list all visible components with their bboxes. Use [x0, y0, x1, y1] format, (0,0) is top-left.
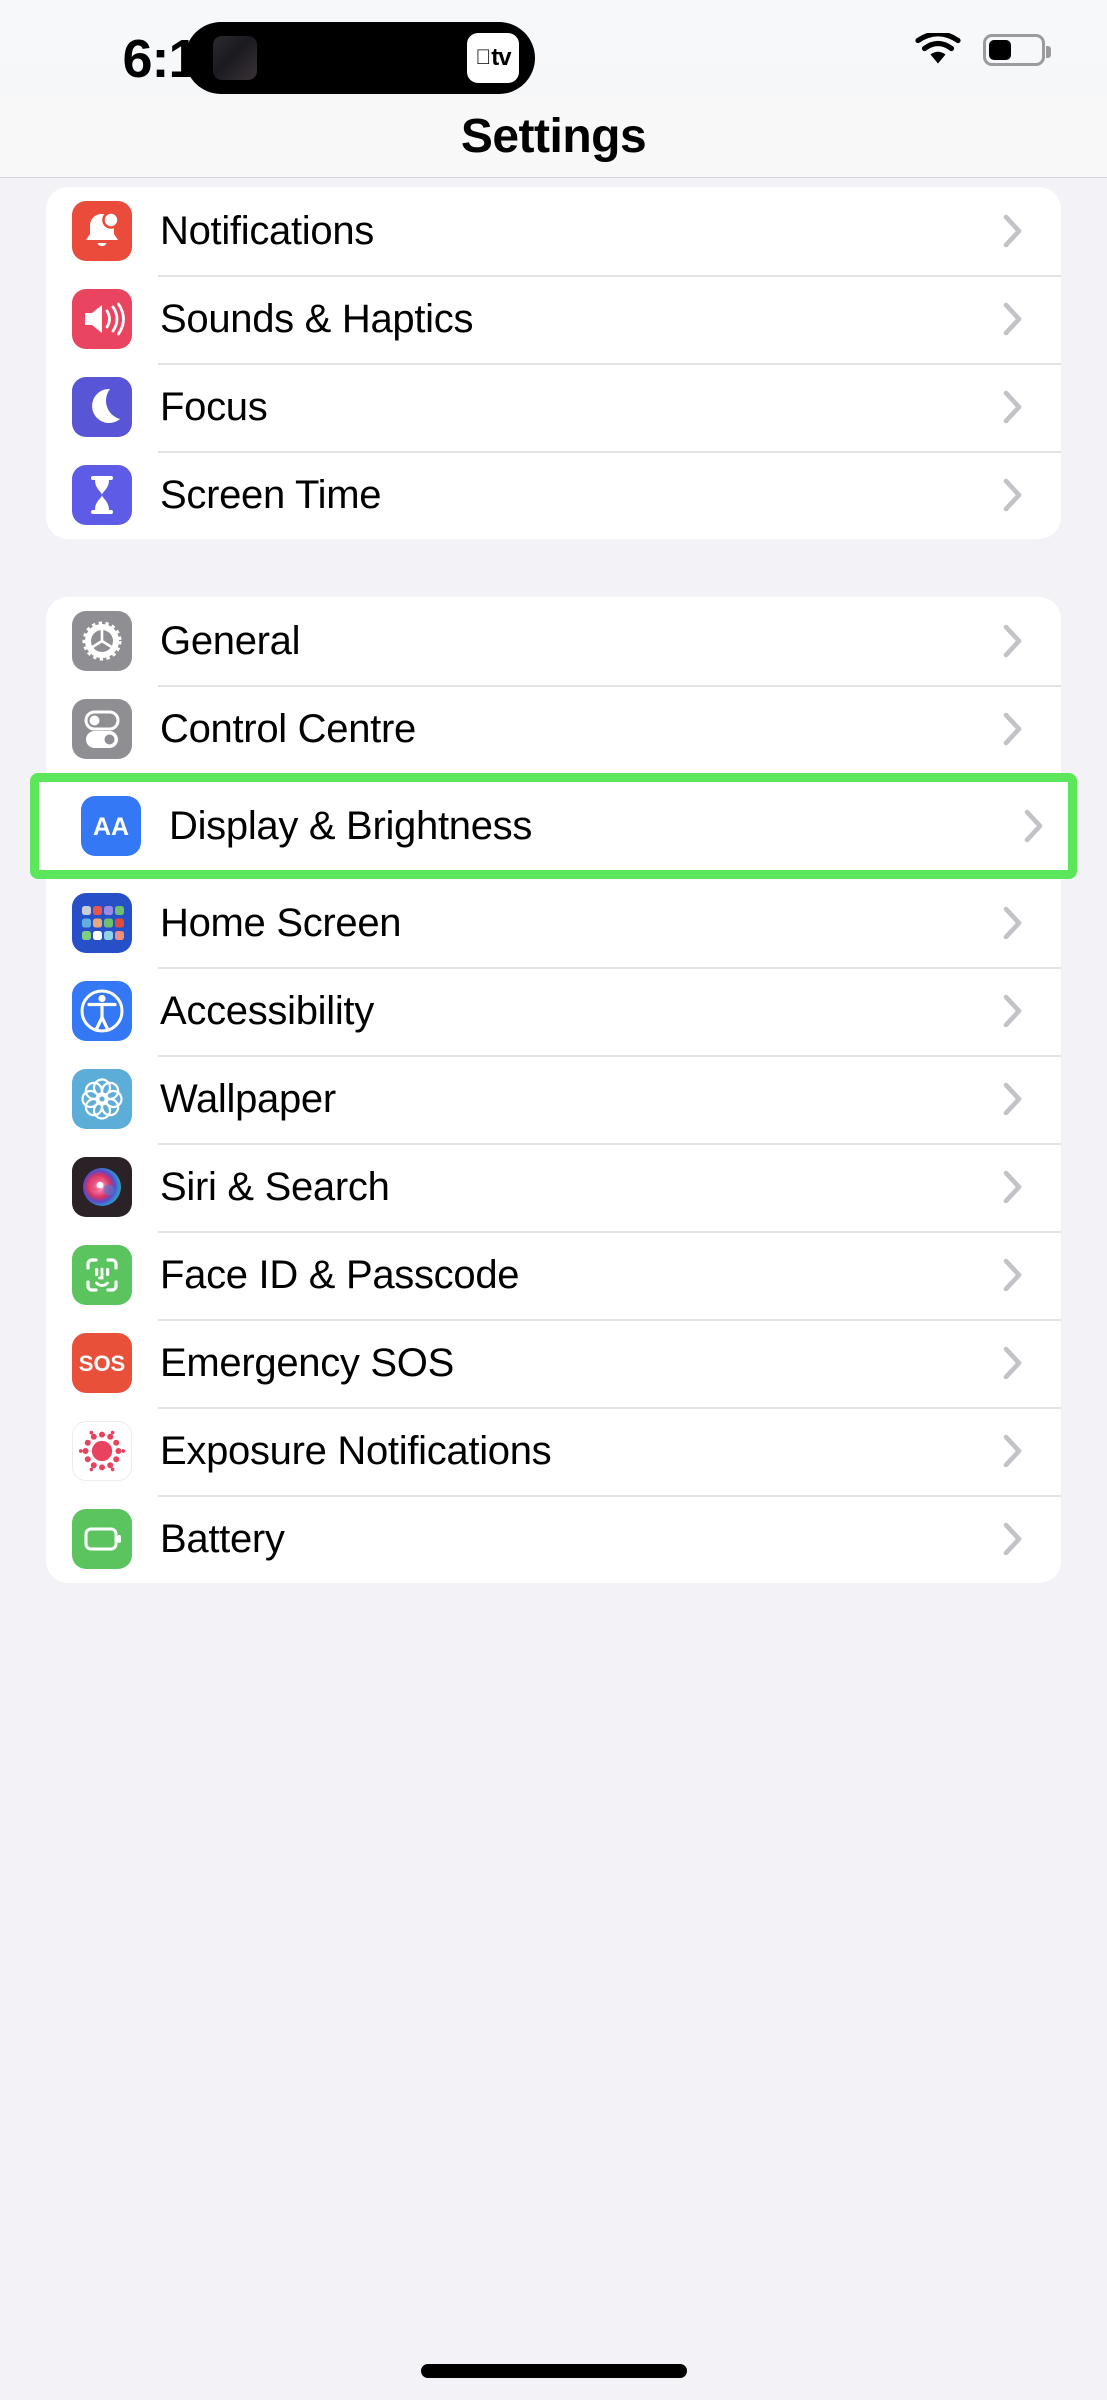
settings-row-accessibility[interactable]: Accessibility — [46, 967, 1061, 1055]
settings-row-display-brightness[interactable]: AA Display & Brightness — [39, 782, 1068, 870]
settings-group: Home Screen Accessibility Wallpaper Siri… — [46, 879, 1061, 1583]
flower-icon — [72, 1069, 132, 1129]
chevron-right-icon — [1003, 214, 1023, 248]
settings-row-label: Battery — [160, 1516, 285, 1561]
settings-row-label: Emergency SOS — [160, 1340, 454, 1385]
settings-row-label: Notifications — [160, 208, 374, 253]
row-separator — [158, 1495, 1061, 1497]
status-bar-indicators — [915, 31, 1051, 67]
siri-orb-icon — [72, 1157, 132, 1217]
chevron-right-icon — [1003, 1082, 1023, 1116]
row-separator — [158, 685, 1061, 687]
chevron-right-icon — [1003, 302, 1023, 336]
accessibility-person-icon — [72, 981, 132, 1041]
chevron-right-icon — [1003, 1434, 1023, 1468]
toggles-icon — [72, 699, 132, 759]
row-separator — [158, 1231, 1061, 1233]
home-indicator[interactable] — [420, 2364, 687, 2378]
settings-row-general[interactable]: General — [46, 597, 1061, 685]
settings-row-wallpaper[interactable]: Wallpaper — [46, 1055, 1061, 1143]
chevron-right-icon — [1003, 390, 1023, 424]
chevron-right-icon — [1003, 1258, 1023, 1292]
chevron-right-icon — [1003, 478, 1023, 512]
settings-row-home-screen[interactable]: Home Screen — [46, 879, 1061, 967]
settings-row-sounds-haptics[interactable]: Sounds & Haptics — [46, 275, 1061, 363]
settings-row-label: Control Centre — [160, 706, 416, 751]
app-grid-icon — [72, 893, 132, 953]
svg-text:SOS: SOS — [79, 1351, 125, 1376]
highlight-box: AA Display & Brightness — [30, 773, 1077, 879]
hourglass-icon — [72, 465, 132, 525]
settings-row-label: Wallpaper — [160, 1076, 336, 1121]
chevron-right-icon — [1003, 712, 1023, 746]
settings-row-screen-time[interactable]: Screen Time — [46, 451, 1061, 539]
chevron-right-icon — [1003, 994, 1023, 1028]
bell-icon — [72, 201, 132, 261]
settings-row-notifications[interactable]: Notifications — [46, 187, 1061, 275]
settings-row-focus[interactable]: Focus — [46, 363, 1061, 451]
row-separator — [158, 1143, 1061, 1145]
settings-row-face-id-passcode[interactable]: Face ID & Passcode — [46, 1231, 1061, 1319]
row-separator — [158, 1407, 1061, 1409]
exposure-dots-icon — [72, 1421, 132, 1481]
battery-icon — [72, 1509, 132, 1569]
settings-row-label: Home Screen — [160, 900, 402, 945]
chevron-right-icon — [1024, 809, 1044, 843]
text-size-aa-icon: AA — [81, 796, 141, 856]
iphone-screen: 6:11 tv Settings — [0, 0, 1107, 2400]
settings-row-emergency-sos[interactable]: SOS Emergency SOS — [46, 1319, 1061, 1407]
settings-row-label: Face ID & Passcode — [160, 1252, 520, 1297]
face-id-icon — [72, 1245, 132, 1305]
gear-icon — [72, 611, 132, 671]
settings-row-label: Siri & Search — [160, 1164, 390, 1209]
moon-icon — [72, 377, 132, 437]
settings-row-label: Exposure Notifications — [160, 1428, 552, 1473]
battery-icon — [983, 34, 1051, 66]
row-separator — [158, 1055, 1061, 1057]
settings-row-label: Sounds & Haptics — [160, 296, 474, 341]
settings-row-label: Focus — [160, 384, 268, 429]
settings-row-label: Display & Brightness — [169, 803, 533, 848]
settings-row-control-centre[interactable]: Control Centre — [46, 685, 1061, 773]
apple-logo-icon:  — [475, 46, 491, 70]
wifi-icon — [915, 31, 961, 67]
dynamic-island[interactable]: tv — [185, 22, 535, 94]
svg-text:AA: AA — [93, 813, 129, 841]
row-separator — [158, 275, 1061, 277]
chevron-right-icon — [1003, 1346, 1023, 1380]
dynamic-island-artwork — [213, 36, 257, 80]
settings-group: Notifications Sounds & Haptics Focus Scr… — [46, 187, 1061, 539]
row-separator — [158, 363, 1061, 365]
sos-icon: SOS — [72, 1333, 132, 1393]
row-separator — [158, 967, 1061, 969]
chevron-right-icon — [1003, 1170, 1023, 1204]
settings-list[interactable]: Notifications Sounds & Haptics Focus Scr… — [0, 179, 1107, 2400]
apple-tv-badge-icon[interactable]: tv — [467, 33, 519, 83]
apple-tv-badge-label: tv — [483, 44, 511, 71]
settings-row-label: General — [160, 618, 301, 663]
settings-group: General Control Centre — [46, 597, 1061, 773]
speaker-wave-icon — [72, 289, 132, 349]
page-title: Settings — [460, 110, 647, 163]
row-separator — [158, 451, 1061, 453]
settings-row-label: Screen Time — [160, 472, 382, 517]
settings-row-battery[interactable]: Battery — [46, 1495, 1061, 1583]
chevron-right-icon — [1003, 624, 1023, 658]
settings-row-exposure-notifications[interactable]: Exposure Notifications — [46, 1407, 1061, 1495]
chevron-right-icon — [1003, 906, 1023, 940]
chevron-right-icon — [1003, 1522, 1023, 1556]
row-separator — [158, 1319, 1061, 1321]
settings-row-siri-search[interactable]: Siri & Search — [46, 1143, 1061, 1231]
settings-row-label: Accessibility — [160, 988, 374, 1033]
navigation-bar: Settings — [0, 96, 1107, 178]
